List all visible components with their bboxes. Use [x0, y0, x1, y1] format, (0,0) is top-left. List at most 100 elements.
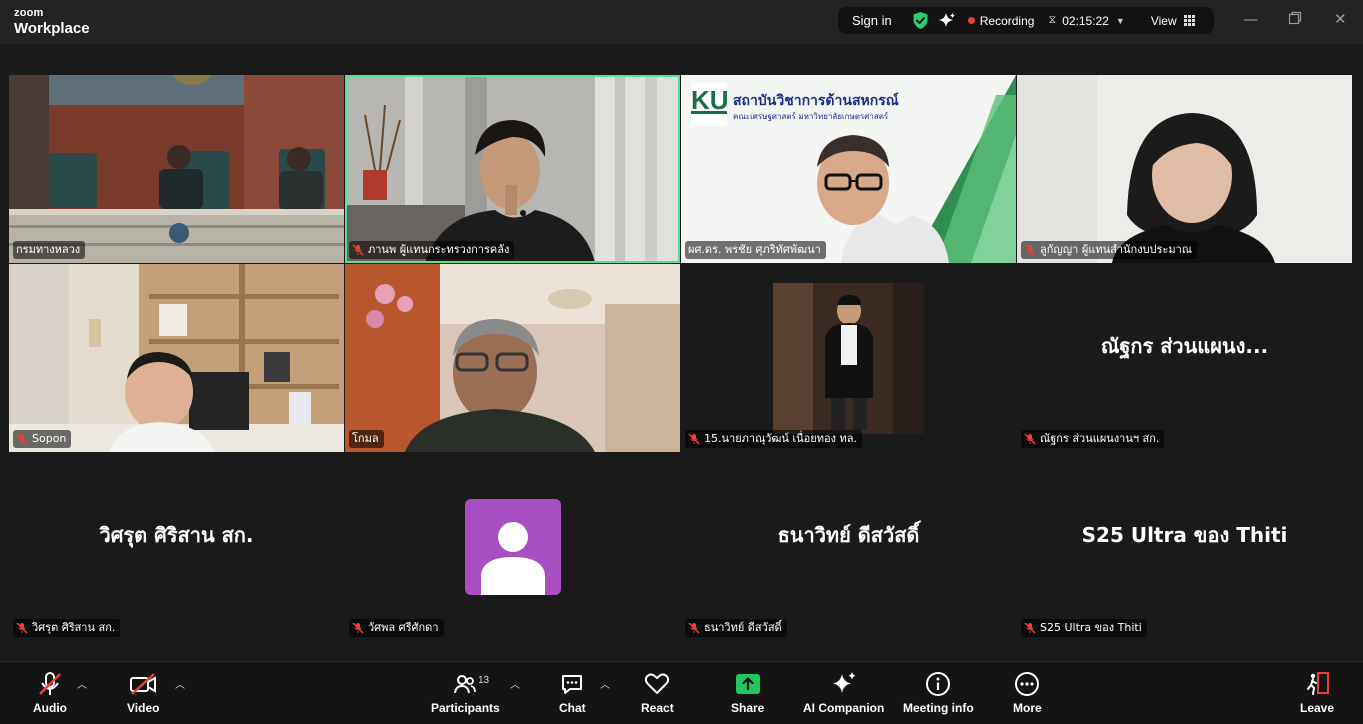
participant-name-label: Sopon: [13, 430, 72, 448]
recording-label: Recording: [979, 13, 1035, 28]
restore-icon[interactable]: [1288, 11, 1302, 29]
muted-mic-icon: [352, 244, 364, 256]
participants-icon: [453, 670, 477, 698]
share-label: Share: [731, 701, 765, 715]
video-tile-5[interactable]: Sopon: [9, 264, 344, 452]
default-avatar-icon: [465, 499, 561, 595]
encryption-shield-icon[interactable]: [912, 11, 929, 30]
participant-name-label: ลูกัญญา ผู้แทนสำนักงบประมาณ: [1021, 241, 1197, 259]
participant-name: 15.นายภาณุวัฒน์ เนื่อยทอง ทล.: [704, 432, 857, 445]
minimize-icon[interactable]: —: [1243, 10, 1258, 28]
more-button[interactable]: More: [1013, 670, 1042, 715]
participant-name-label: ณัฐกร ส่วนแผนงานฯ สก.: [1021, 430, 1165, 448]
leave-door-icon: [1304, 670, 1330, 698]
video-tile-6[interactable]: โกมล: [345, 264, 680, 452]
more-label: More: [1013, 701, 1042, 715]
chevron-down-icon: ▼: [1115, 15, 1125, 26]
participant-name: ณัฐกร ส่วนแผนงานฯ สก.: [1040, 432, 1160, 445]
title-bar: zoom Workplace Sign in Recording ⧖ 02:15…: [0, 0, 1363, 44]
chat-options-chevron-up-icon[interactable]: ︿: [600, 676, 610, 691]
audio-button[interactable]: Audio: [33, 670, 67, 715]
video-button[interactable]: Video: [127, 670, 159, 715]
video-tile-8[interactable]: ณัฐกร ส่วนแผนง... ณัฐกร ส่วนแผนงานฯ สก.: [1017, 264, 1352, 452]
participant-name-label: วิศรุต ศิริสาน สก.: [13, 619, 121, 637]
sign-in-button[interactable]: Sign in: [852, 13, 892, 28]
participants-count: 13: [478, 675, 490, 686]
share-screen-icon: [735, 670, 761, 698]
recording-indicator[interactable]: Recording: [967, 13, 1035, 28]
logo-line1: zoom: [14, 7, 44, 19]
participant-name: ธนาวิทย์ ดีสวัสดิ์: [704, 621, 782, 634]
ai-sparkle-icon: [831, 670, 857, 698]
react-button[interactable]: React: [641, 670, 674, 715]
participant-name-label: 15.นายภาณุวัฒน์ เนื่อยทอง ทล.: [685, 430, 862, 448]
muted-mic-icon: [37, 670, 63, 698]
meeting-info-button[interactable]: Meeting info: [903, 670, 974, 715]
video-tile-10[interactable]: วัศพล ศรีศักดา: [345, 453, 680, 641]
ai-sparkle-icon[interactable]: [938, 12, 956, 30]
participant-name: ผศ.ดร. พรชัย ศุภริทัศพัฒนา: [688, 243, 821, 256]
video-feed-sopon-office: [9, 264, 344, 452]
grid-view-icon: [1183, 15, 1195, 26]
participant-name: โกมล: [352, 432, 379, 445]
muted-mic-icon: [16, 433, 28, 445]
muted-mic-icon: [1024, 244, 1036, 256]
video-tile-2-active-speaker[interactable]: ภานพ ผู้แทนกระทรวงการคลัง: [345, 75, 680, 263]
view-button[interactable]: View: [1151, 14, 1195, 28]
muted-mic-icon: [688, 622, 700, 634]
participant-name-label: ผศ.ดร. พรชัย ศุภริทัศพัฒนา: [685, 241, 826, 259]
more-ellipsis-icon: [1014, 670, 1040, 698]
recording-dot-icon: [967, 17, 975, 24]
participant-name: กรมทางหลวง: [16, 243, 81, 256]
video-tile-1[interactable]: กรมทางหลวง: [9, 75, 344, 263]
video-tile-12[interactable]: S25 Ultra ของ Thiti S25 Ultra ของ Thiti: [1017, 453, 1352, 641]
meeting-timer[interactable]: ⧖ 02:15:22 ▼: [1048, 14, 1124, 28]
timer-label: 02:15:22: [1062, 13, 1109, 28]
react-label: React: [641, 701, 674, 715]
video-feed-man-home: [345, 264, 680, 452]
muted-mic-icon: [1024, 433, 1036, 445]
participant-display-name: ธนาวิทย์ ดีสวัสดิ์: [777, 523, 920, 547]
participant-name: Sopon: [32, 432, 67, 445]
slide-title: สถาบันวิชาการด้านสหกรณ์: [733, 92, 899, 109]
participant-profile-photo: [773, 283, 924, 434]
ai-companion-label: AI Companion: [803, 701, 885, 715]
participant-display-name: S25 Ultra ของ Thiti: [1081, 523, 1288, 547]
chat-icon: [560, 670, 584, 698]
leave-button[interactable]: Leave: [1300, 670, 1334, 715]
chat-button[interactable]: Chat: [559, 670, 586, 715]
video-tile-9[interactable]: วิศรุต ศิริสาน สก. วิศรุต ศิริสาน สก.: [9, 453, 344, 641]
leave-label: Leave: [1300, 701, 1335, 715]
video-tile-4[interactable]: ลูกัญญา ผู้แทนสำนักงบประมาณ: [1017, 75, 1352, 263]
participant-name: S25 Ultra ของ Thiti: [1040, 621, 1142, 634]
participants-label: Participants: [431, 701, 500, 715]
video-tile-3[interactable]: KU สถาบันวิชาการด้านสหกรณ์ คณะเศรษฐศาสตร…: [681, 75, 1016, 263]
meeting-info-label: Meeting info: [903, 701, 974, 715]
zoom-workplace-logo: zoom Workplace: [14, 7, 90, 37]
hourglass-icon: ⧖: [1048, 14, 1057, 26]
participant-name: วิศรุต ศิริสาน สก.: [32, 621, 116, 634]
share-button[interactable]: Share: [731, 670, 764, 715]
participant-name-label: โกมล: [349, 430, 384, 448]
participants-button[interactable]: Participants: [431, 670, 500, 715]
view-label: View: [1150, 13, 1177, 28]
zoom-meeting-window: zoom Workplace Sign in Recording ⧖ 02:15…: [0, 0, 1363, 724]
video-options-chevron-up-icon[interactable]: ︿: [175, 676, 185, 691]
participant-name-label: ธนาวิทย์ ดีสวัสดิ์: [685, 619, 787, 637]
video-tile-7[interactable]: 15.นายภาณุวัฒน์ เนื่อยทอง ทล.: [681, 264, 1016, 452]
participant-name-label: ภานพ ผู้แทนกระทรวงการคลัง: [349, 241, 515, 259]
muted-mic-icon: [688, 433, 700, 445]
video-feed-man-with-earphones: [345, 75, 680, 263]
info-icon: [925, 670, 951, 698]
ku-logo-text: KU: [691, 85, 729, 115]
participant-name-label: วัศพล ศรีศักดา: [349, 619, 444, 637]
video-tile-11[interactable]: ธนาวิทย์ ดีสวัสดิ์ ธนาวิทย์ ดีสวัสดิ์: [681, 453, 1016, 641]
participant-name: ลูกัญญา ผู้แทนสำนักงบประมาณ: [1040, 243, 1192, 256]
participants-options-chevron-up-icon[interactable]: ︿: [510, 676, 520, 691]
participant-name-label: S25 Ultra ของ Thiti: [1021, 619, 1147, 637]
meeting-status-pill: Sign in Recording ⧖ 02:15:22 ▼ View: [838, 7, 1214, 34]
video-feed-ku-presenter: KU สถาบันวิชาการด้านสหกรณ์ คณะเศรษฐศาสตร…: [681, 75, 1016, 263]
ai-companion-button[interactable]: AI Companion: [803, 670, 884, 715]
audio-options-chevron-up-icon[interactable]: ︿: [77, 676, 87, 691]
close-icon[interactable]: ✕: [1334, 10, 1347, 28]
